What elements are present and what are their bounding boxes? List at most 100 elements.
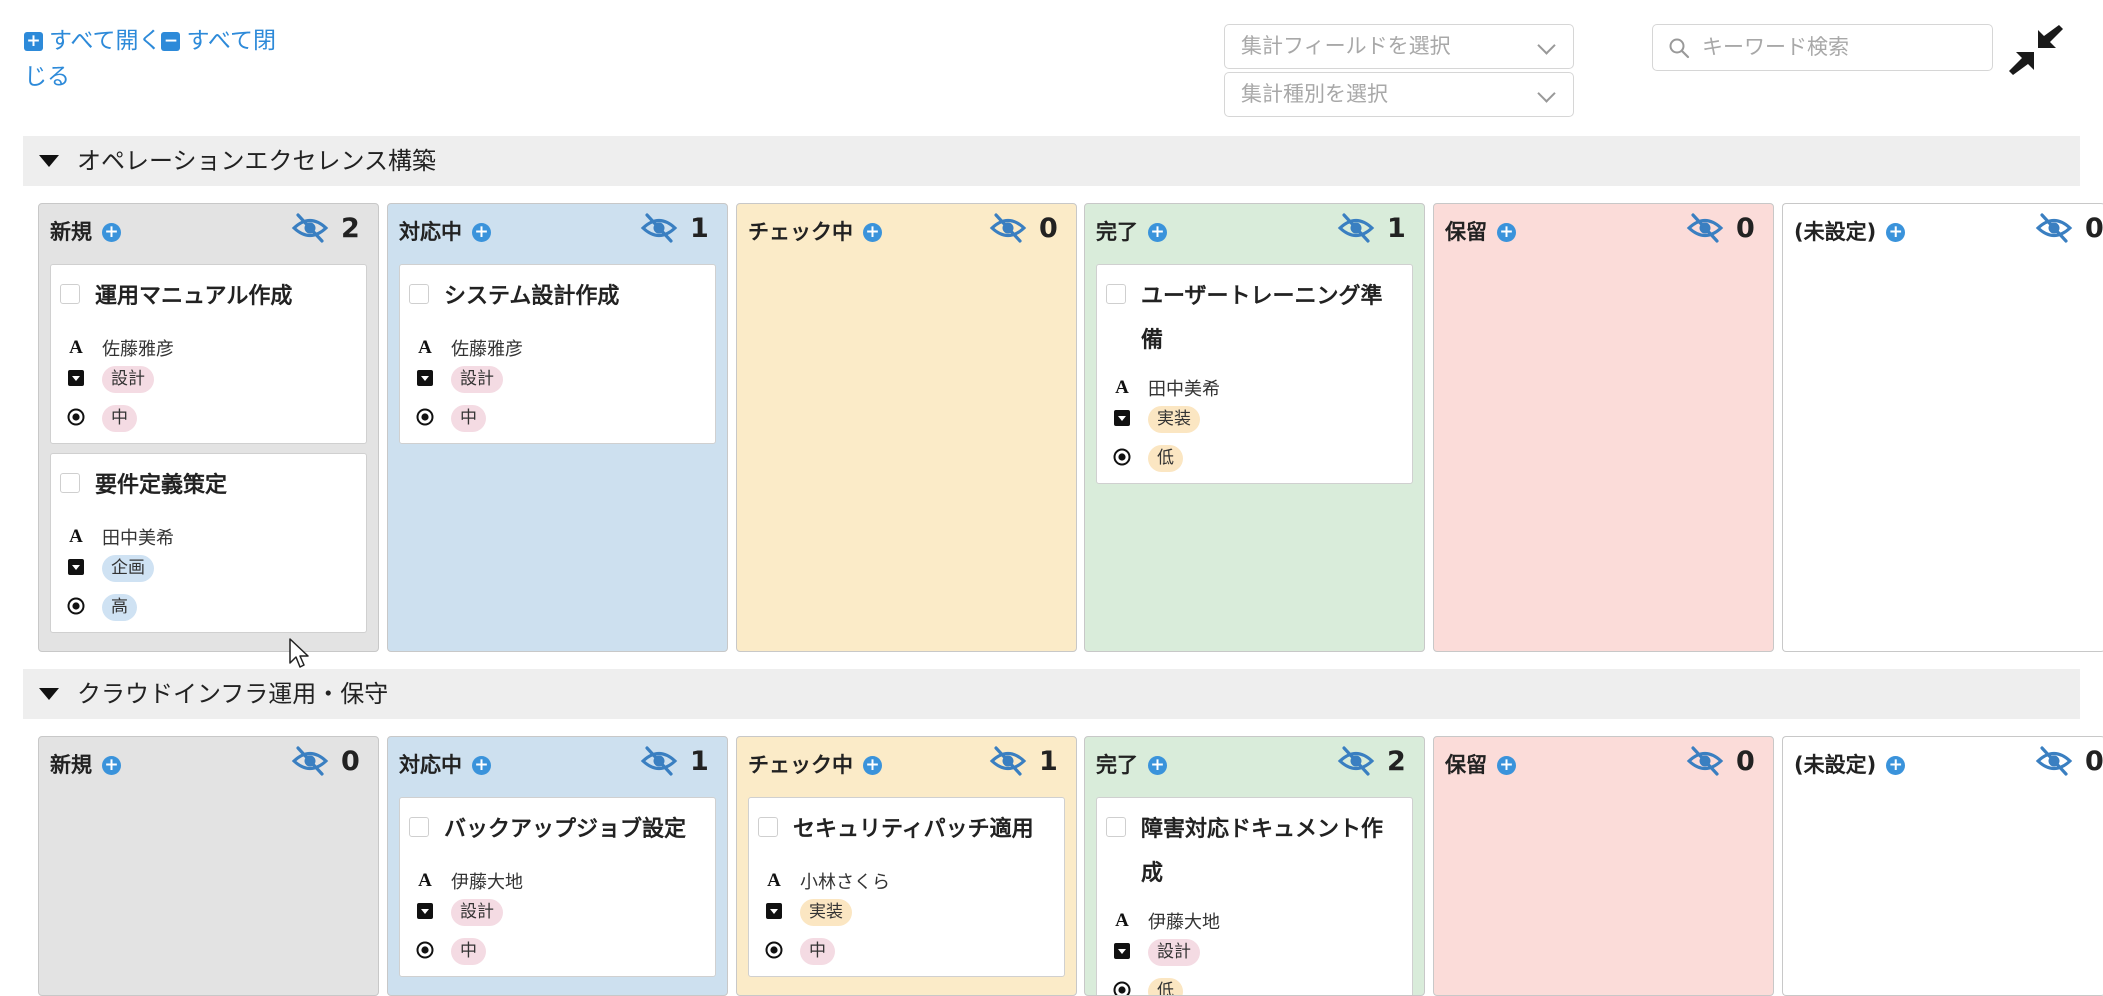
- radio-field-icon: [66, 407, 86, 427]
- eye-slash-icon[interactable]: [291, 212, 329, 244]
- task-card[interactable]: 運用マニュアル作成A佐藤雅彦設計中: [50, 264, 367, 444]
- eye-slash-icon[interactable]: [989, 212, 1027, 244]
- expand-all-link[interactable]: +すべて開く: [24, 28, 161, 54]
- card-title[interactable]: ユーザートレーニング準備: [1141, 275, 1401, 363]
- task-card[interactable]: バックアップジョブ設定A伊藤大地設計中: [399, 797, 716, 977]
- keyword-search-input[interactable]: キーワード検索: [1652, 24, 1993, 71]
- dropdown-field-icon: [415, 901, 435, 921]
- group-header[interactable]: クラウドインフラ運用・保守: [23, 669, 2080, 719]
- task-card[interactable]: ユーザートレーニング準備A田中美希実装低: [1096, 264, 1413, 484]
- dropdown-field-icon: [66, 557, 86, 577]
- card-checkbox[interactable]: [60, 284, 80, 304]
- eye-slash-icon[interactable]: [640, 745, 678, 777]
- task-card[interactable]: 要件定義策定A田中美希企画高: [50, 453, 367, 633]
- card-checkbox[interactable]: [758, 817, 778, 837]
- priority-tag: 高: [102, 594, 137, 621]
- column-count: 0: [1736, 213, 1755, 244]
- collapse-triangle-icon[interactable]: [39, 688, 59, 700]
- plus-square-icon: +: [24, 32, 43, 51]
- add-card-icon[interactable]: +: [1148, 756, 1167, 775]
- aggregate-type-select[interactable]: 集計種別を選択: [1224, 72, 1574, 117]
- task-card[interactable]: システム設計作成A佐藤雅彦設計中: [399, 264, 716, 444]
- column-header: 完了+1: [1085, 204, 1424, 254]
- column-name: (未設定)+: [1794, 216, 1905, 246]
- column-header: (未設定)+0: [1783, 737, 2103, 787]
- radio-field-icon: [764, 940, 784, 960]
- column-header: 新規+0: [39, 737, 378, 787]
- card-checkbox[interactable]: [409, 284, 429, 304]
- column-name-label: 新規: [50, 753, 92, 777]
- add-card-icon[interactable]: +: [472, 223, 491, 242]
- add-card-icon[interactable]: +: [1497, 756, 1516, 775]
- chevron-down-icon: [1537, 36, 1555, 54]
- search-placeholder: キーワード検索: [1702, 35, 1849, 59]
- add-card-icon[interactable]: +: [472, 756, 491, 775]
- priority-tag: 中: [451, 405, 486, 432]
- eye-slash-icon[interactable]: [989, 745, 1027, 777]
- eye-slash-icon[interactable]: [1686, 212, 1724, 244]
- eye-slash-icon[interactable]: [1337, 745, 1375, 777]
- eye-slash-icon[interactable]: [2035, 745, 2073, 777]
- add-card-icon[interactable]: +: [1886, 756, 1905, 775]
- text-field-icon: A: [1112, 376, 1132, 396]
- column-name-label: 対応中: [399, 220, 462, 244]
- eye-slash-icon[interactable]: [1337, 212, 1375, 244]
- column-header: 保留+ 0: [1434, 737, 1773, 787]
- column-name: 完了 +: [1096, 749, 1167, 779]
- column-name: 保留+: [1445, 749, 1516, 779]
- eye-slash-icon[interactable]: [1686, 745, 1724, 777]
- column-name-label: チェック中: [748, 753, 853, 777]
- text-field-icon: A: [1112, 909, 1132, 929]
- column-name-label: 完了: [1096, 753, 1138, 777]
- column-header: (未設定)+0: [1783, 204, 2103, 254]
- card-checkbox[interactable]: [1106, 817, 1126, 837]
- add-card-icon[interactable]: +: [1148, 223, 1167, 242]
- task-card[interactable]: 障害対応ドキュメント作成A伊藤大地設計低: [1096, 797, 1413, 996]
- assignee-name: 田中美希: [102, 524, 174, 550]
- radio-field-icon: [66, 596, 86, 616]
- task-card[interactable]: セキュリティパッチ適用A小林さくら実装中: [748, 797, 1065, 977]
- eye-slash-icon[interactable]: [291, 745, 329, 777]
- add-card-icon[interactable]: +: [102, 756, 121, 775]
- compress-icon[interactable]: [2008, 22, 2064, 78]
- add-card-icon[interactable]: +: [1497, 223, 1516, 242]
- aggregate-field-placeholder: 集計フィールドを選択: [1241, 34, 1451, 58]
- column-name: 新規+: [50, 216, 121, 246]
- card-title[interactable]: バックアップジョブ設定: [444, 808, 704, 852]
- add-card-icon[interactable]: +: [863, 756, 882, 775]
- column-count: 2: [1387, 746, 1406, 777]
- category-tag: 設計: [1148, 939, 1200, 966]
- radio-field-icon: [415, 407, 435, 427]
- eye-slash-icon[interactable]: [640, 212, 678, 244]
- status-column: 完了+2障害対応ドキュメント作成A伊藤大地設計低: [1084, 736, 1425, 996]
- card-checkbox[interactable]: [1106, 284, 1126, 304]
- add-card-icon[interactable]: +: [102, 223, 121, 242]
- aggregate-type-placeholder: 集計種別を選択: [1241, 82, 1388, 106]
- card-title[interactable]: 障害対応ドキュメント作成: [1141, 808, 1401, 896]
- column-name: 新規 +: [50, 749, 121, 779]
- aggregate-field-select[interactable]: 集計フィールドを選択: [1224, 24, 1574, 69]
- column-name-label: チェック中: [748, 220, 853, 244]
- card-title[interactable]: セキュリティパッチ適用: [793, 808, 1053, 852]
- column-count: 0: [1736, 746, 1755, 777]
- group-header[interactable]: オペレーションエクセレンス構築: [23, 136, 2080, 186]
- card-title[interactable]: 要件定義策定: [95, 464, 355, 508]
- card-checkbox[interactable]: [60, 473, 80, 493]
- eye-slash-icon[interactable]: [2035, 212, 2073, 244]
- text-field-icon: A: [66, 336, 86, 356]
- status-column: 新規+0: [38, 736, 379, 996]
- card-checkbox[interactable]: [409, 817, 429, 837]
- text-field-icon: A: [415, 869, 435, 889]
- status-column: 対応中+1バックアップジョブ設定A伊藤大地設計中: [387, 736, 728, 996]
- card-title[interactable]: 運用マニュアル作成: [95, 275, 355, 319]
- add-card-icon[interactable]: +: [863, 223, 882, 242]
- priority-tag: 低: [1148, 445, 1183, 472]
- status-column: (未設定)+0: [1782, 203, 2103, 652]
- assignee-name: 伊藤大地: [1148, 908, 1220, 934]
- collapse-triangle-icon[interactable]: [39, 155, 59, 167]
- column-header: チェック中+0: [737, 204, 1076, 254]
- card-title[interactable]: システム設計作成: [444, 275, 704, 319]
- status-column: チェック中+0: [736, 203, 1077, 652]
- add-card-icon[interactable]: +: [1886, 223, 1905, 242]
- column-count: 1: [1387, 213, 1406, 244]
